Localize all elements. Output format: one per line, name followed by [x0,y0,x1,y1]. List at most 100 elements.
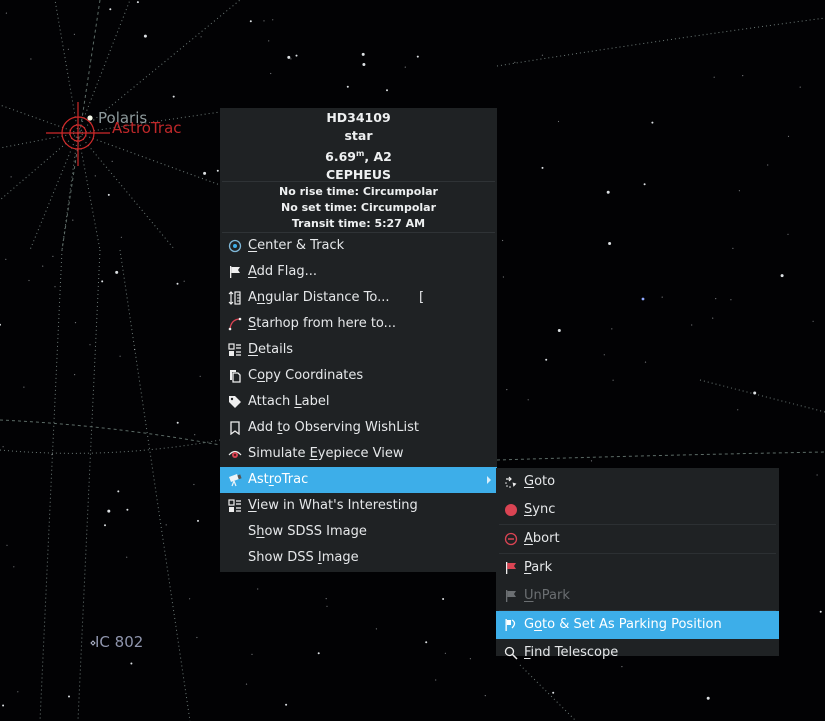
menu-item-center-track[interactable]: Center & Track [220,233,497,259]
star[interactable] [787,233,789,235]
star[interactable] [737,409,739,411]
star[interactable] [799,86,801,88]
star[interactable] [557,120,560,123]
star[interactable] [362,63,366,66]
star[interactable] [257,588,259,590]
menu-item-sync[interactable]: Sync [496,496,779,524]
star[interactable] [819,610,822,613]
star[interactable] [742,75,744,77]
star[interactable] [469,658,471,660]
menu-item-add-flag[interactable]: Add Flag... [220,259,497,285]
star[interactable] [200,36,202,38]
star[interactable] [326,605,328,607]
star[interactable] [287,55,291,59]
star[interactable] [375,628,377,630]
star[interactable] [143,34,147,38]
star[interactable] [10,176,12,178]
polaris-star[interactable] [87,115,93,121]
star[interactable] [541,166,544,169]
star[interactable] [17,691,19,693]
star[interactable] [245,683,248,685]
star[interactable] [644,361,647,363]
star[interactable] [812,320,814,322]
star[interactable] [730,299,732,301]
star[interactable] [552,691,555,694]
star[interactable] [270,72,272,75]
star[interactable] [193,483,195,486]
star[interactable] [115,270,119,274]
star[interactable] [506,389,508,391]
star[interactable] [119,355,121,357]
star[interactable] [117,490,120,493]
star[interactable] [715,298,717,300]
star[interactable] [612,379,614,381]
star[interactable] [109,8,112,11]
menu-item-find-telescope[interactable]: Find Telescope [496,639,779,667]
menu-item-park[interactable]: Park [496,554,779,582]
star[interactable] [606,190,610,194]
star[interactable] [2,446,4,448]
star[interactable] [643,183,646,186]
star[interactable] [787,135,790,137]
star[interactable] [23,386,25,388]
menu-item-copy-coordinates[interactable]: Copy Coordinates [220,363,497,389]
star[interactable] [196,636,198,639]
star[interactable] [72,219,74,221]
star[interactable] [67,48,69,50]
star[interactable] [661,296,663,298]
menu-item-attach-label[interactable]: Attach Label [220,389,497,415]
star[interactable] [502,239,504,242]
star[interactable] [30,58,32,60]
star[interactable] [94,175,96,177]
star[interactable] [641,297,645,301]
star[interactable] [290,58,292,60]
ic802-label[interactable]: IC 802 [95,633,143,651]
star[interactable] [203,171,207,175]
star[interactable] [484,695,486,697]
star[interactable] [444,652,446,654]
star[interactable] [738,190,741,192]
star[interactable] [0,323,1,326]
star[interactable] [136,1,139,4]
menu-item-goto-set-as-parking-position[interactable]: Goto & Set As Parking Position [496,611,779,639]
menu-item-goto[interactable]: Goto [496,468,779,496]
star[interactable] [54,286,56,288]
star[interactable] [74,374,76,376]
star[interactable] [713,76,715,78]
star[interactable] [183,280,185,282]
star[interactable] [199,375,201,377]
star[interactable] [51,454,53,456]
star[interactable] [545,358,548,361]
star[interactable] [603,354,605,356]
star[interactable] [416,55,419,58]
star[interactable] [251,653,253,656]
star[interactable] [611,328,613,330]
star[interactable] [706,696,710,700]
star[interactable] [126,556,128,558]
star[interactable] [172,95,175,98]
star[interactable] [216,169,219,172]
star[interactable] [107,193,110,196]
star[interactable] [120,236,122,238]
telescope-label[interactable]: AstroTrac [112,119,182,137]
menu-item-view-in-what-s-interesting[interactable]: View in What's Interesting [220,493,497,519]
star[interactable] [732,247,734,249]
star[interactable] [107,509,111,513]
star[interactable] [130,662,133,665]
star[interactable] [104,524,106,527]
star[interactable] [514,61,516,63]
star[interactable] [73,33,75,36]
star[interactable] [165,524,167,526]
star[interactable] [691,324,693,326]
star[interactable] [28,279,30,282]
star[interactable] [386,89,388,92]
menu-item-add-to-observing-wishlist[interactable]: Add to Observing WishList [220,415,497,441]
star[interactable] [712,317,714,319]
star[interactable] [361,52,365,56]
star[interactable] [317,652,320,655]
star[interactable] [74,322,77,324]
star[interactable] [527,399,529,401]
star[interactable] [194,434,196,436]
star[interactable] [101,280,104,283]
star[interactable] [13,566,15,568]
